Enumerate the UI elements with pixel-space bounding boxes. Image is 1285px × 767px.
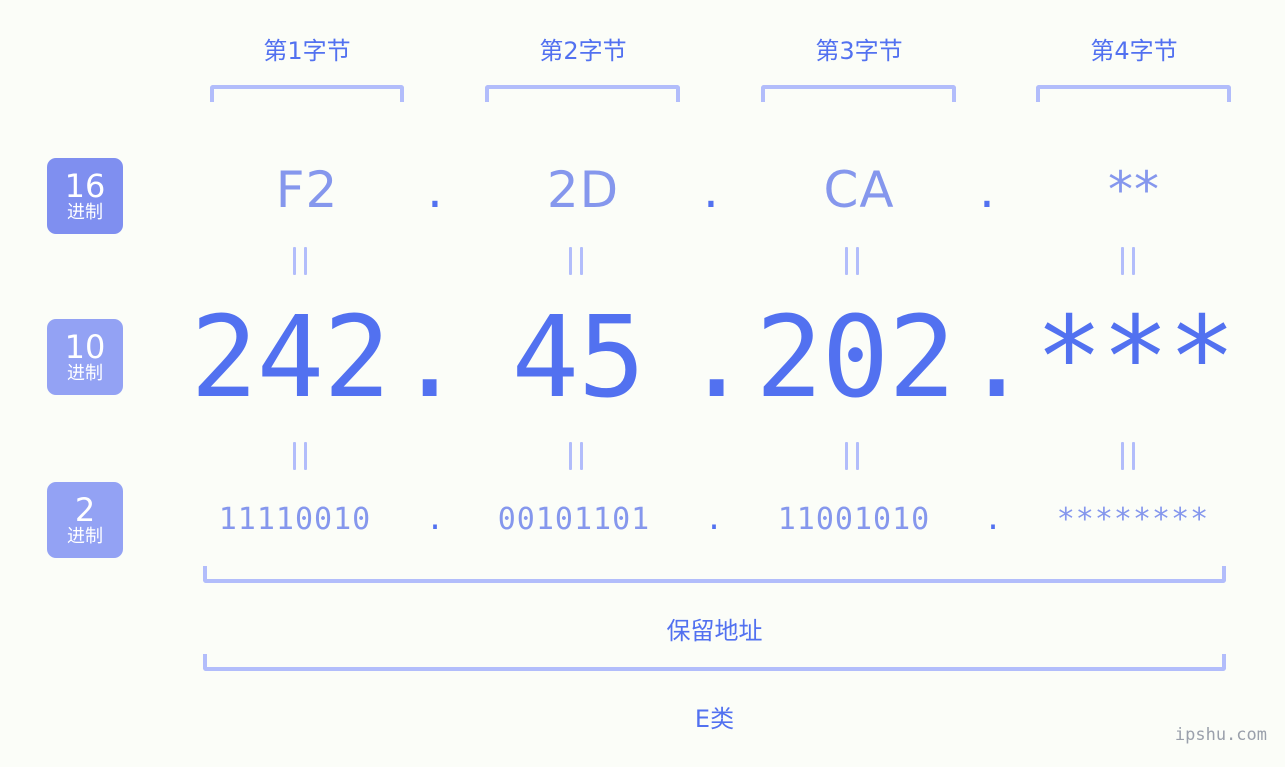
byte-header-label-2: 第2字节 (539, 37, 627, 65)
reserved-address-bracket (203, 566, 1226, 583)
address-class-bracket (203, 654, 1226, 671)
byte-header-label-3: 第3字节 (815, 37, 903, 65)
reserved-address-label: 保留地址 (666, 617, 763, 645)
equals-icon-dec-bin-4 (1121, 442, 1135, 470)
equals-icon-hex-dec-2 (569, 247, 583, 275)
byte-header-label-4: 第4字节 (1090, 37, 1178, 65)
equals-icon-dec-bin-3 (845, 442, 859, 470)
hex-separator-1: . (427, 161, 443, 219)
decimal-row: 242 . 45 . 202 . *** (0, 296, 1285, 420)
hex-byte-1: F2 (275, 161, 339, 219)
binary-byte-1: 11110010 (218, 502, 372, 537)
decimal-byte-1: 242 (190, 293, 390, 423)
hex-byte-2: 2D (546, 161, 620, 219)
decimal-byte-4: *** (1035, 293, 1235, 423)
hex-byte-3: CA (823, 161, 895, 219)
equals-icon-hex-dec-1 (293, 247, 307, 275)
decimal-separator-2: . (683, 293, 751, 423)
binary-separator-1: . (425, 502, 445, 537)
byte-bracket-4 (1036, 85, 1231, 102)
byte-bracket-1 (210, 85, 404, 102)
hex-separator-2: . (703, 161, 719, 219)
decimal-byte-3: 202 (755, 293, 955, 423)
hex-separator-3: . (979, 161, 995, 219)
binary-separator-2: . (704, 502, 724, 537)
equals-icon-hex-dec-3 (845, 247, 859, 275)
byte-bracket-2 (485, 85, 680, 102)
equals-icon-dec-bin-2 (569, 442, 583, 470)
equals-icon-hex-dec-4 (1121, 247, 1135, 275)
address-class-label: E类 (694, 705, 735, 733)
binary-separator-3: . (983, 502, 1003, 537)
binary-byte-4: ******** (1056, 502, 1210, 537)
ip-address-breakdown-diagram: 第1字节 第2字节 第3字节 第4字节 16 进制 10 进制 2 进制 F2 … (0, 0, 1285, 767)
decimal-separator-3: . (963, 293, 1031, 423)
site-watermark: ipshu.com (1174, 725, 1267, 745)
hex-byte-4: ** (1108, 161, 1160, 219)
binary-byte-3: 11001010 (777, 502, 931, 537)
byte-bracket-3 (761, 85, 956, 102)
decimal-separator-1: . (396, 293, 464, 423)
hexadecimal-row: F2 . 2D . CA . ** (0, 152, 1285, 228)
byte-header-label-1: 第1字节 (263, 37, 351, 65)
binary-row: 11110010 . 00101101 . 11001010 . *******… (0, 495, 1285, 545)
decimal-byte-2: 45 (511, 293, 646, 423)
binary-byte-2: 00101101 (497, 502, 651, 537)
equals-icon-dec-bin-1 (293, 442, 307, 470)
